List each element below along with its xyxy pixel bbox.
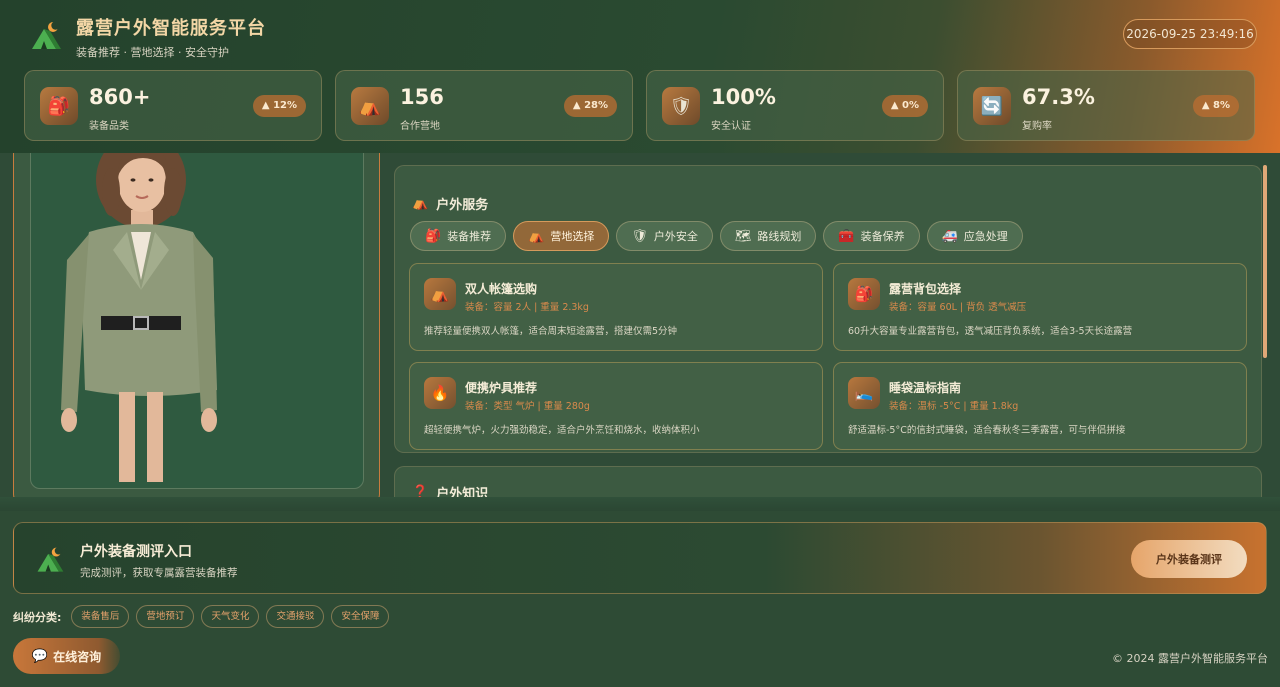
card-title: 露营背包选择: [889, 282, 962, 296]
backpack-icon: 🎒: [848, 278, 880, 310]
shield-icon: 🛡: [662, 87, 700, 125]
stat-value: 860+: [89, 85, 151, 109]
service-card-tent[interactable]: ⛺ 双人帐篷选购 装备：容量 2人 | 重量 2.3kg 推荐轻量便携双人帐篷，…: [409, 263, 823, 351]
stat-trend-badge: ▲ 28%: [563, 95, 617, 117]
copyright-text: © 2024 露营户外智能服务平台: [1112, 652, 1268, 665]
stat-card-safety[interactable]: 🛡 100% 安全认证 ▲ 0%: [646, 70, 944, 141]
consult-label: 在线咨询: [53, 649, 102, 664]
stat-trend-badge: ▲ 12%: [252, 95, 306, 117]
service-card-sleeping-bag[interactable]: 🛌 睡袋温标指南 装备：温标 -5°C | 重量 1.8kg 舒适温标-5°C的…: [833, 362, 1247, 450]
sleeping-bag-icon: 🛌: [848, 377, 880, 409]
knowledge-heading: ❓ 户外知识: [412, 483, 488, 497]
stat-label: 合作营地: [400, 121, 440, 132]
header: 露营户外智能服务平台 装备推荐 · 营地选择 · 安全守护 2026-09-25…: [0, 0, 1280, 153]
shield-icon: 🛡: [631, 228, 648, 244]
evaluation-button[interactable]: 户外装备测评: [1131, 540, 1247, 578]
tab-label: 装备推荐: [447, 230, 492, 243]
tab-label: 路线规划: [757, 230, 802, 243]
avatar-panel: [13, 130, 380, 506]
tent-logo-icon: [34, 545, 66, 577]
tent-icon: ⛺: [528, 228, 545, 244]
backpack-icon: 🎒: [40, 87, 78, 125]
stat-value: 100%: [711, 85, 776, 109]
tab-label: 营地选择: [550, 230, 595, 243]
tab-equipment-recommend[interactable]: 🎒 装备推荐: [410, 221, 507, 251]
digital-human-avatar[interactable]: [31, 140, 364, 489]
evaluation-title: 户外装备测评入口: [80, 544, 192, 560]
online-consult-button[interactable]: 💬 在线咨询: [13, 638, 120, 674]
stat-value: 156: [400, 85, 444, 109]
services-heading: ⛺ 户外服务: [412, 194, 488, 213]
ambulance-icon: 🚑: [941, 228, 958, 244]
stat-label: 装备品类: [89, 121, 129, 132]
stat-card-equipment[interactable]: 🎒 860+ 装备品类 ▲ 12%: [24, 70, 322, 141]
card-meta: 装备：温标 -5°C | 重量 1.8kg: [889, 401, 1019, 412]
tab-label: 装备保养: [860, 230, 905, 243]
avatar-frame: [30, 139, 364, 489]
tent-icon: ⛺: [351, 87, 389, 125]
knowledge-panel: ❓ 户外知识: [394, 466, 1262, 497]
services-title: 户外服务: [436, 198, 489, 213]
toolbox-icon: 🧰: [838, 228, 855, 244]
services-panel: ⛺ 户外服务 🎒 装备推荐 ⛺ 营地选择 🛡 户外安全 🗺 路线规划 🧰 装备保…: [394, 165, 1262, 453]
tab-emergency[interactable]: 🚑 应急处理: [926, 221, 1023, 251]
divider-band: [0, 497, 1280, 511]
tab-equipment-maintenance[interactable]: 🧰 装备保养: [823, 221, 920, 251]
service-cards: ⛺ 双人帐篷选购 装备：容量 2人 | 重量 2.3kg 推荐轻量便携双人帐篷，…: [409, 263, 1247, 450]
datetime-display: 2026-09-25 23:49:16: [1123, 19, 1257, 49]
card-description: 60升大容量专业露营背包，透气减压背负系统，适合3-5天长途露营: [848, 326, 1133, 337]
tent-icon: ⛺: [424, 278, 456, 310]
category-tag-weather[interactable]: 天气变化: [201, 605, 260, 628]
knowledge-title: 户外知识: [436, 487, 489, 497]
scrollbar-thumb[interactable]: [1263, 165, 1267, 358]
categories-label: 纠纷分类:: [13, 610, 62, 624]
card-description: 超轻便携气炉，火力强劲稳定，适合户外烹饪和烧水，收纳体积小: [424, 425, 700, 436]
card-description: 舒适温标-5°C的信封式睡袋，适合春秋冬三季露营，可与伴侣拼接: [848, 425, 1126, 436]
tab-route-planning[interactable]: 🗺 路线规划: [719, 221, 817, 251]
card-description: 推荐轻量便携双人帐篷，适合周末短途露营，搭建仅需5分钟: [424, 326, 678, 337]
evaluation-subtitle: 完成测评，获取专属露营装备推荐: [80, 567, 238, 579]
card-meta: 装备：容量 2人 | 重量 2.3kg: [465, 302, 589, 313]
page-title: 露营户外智能服务平台: [76, 18, 266, 39]
card-meta: 装备：类型 气炉 | 重量 280g: [465, 401, 590, 412]
fire-icon: 🔥: [424, 377, 456, 409]
card-title: 双人帐篷选购: [465, 282, 538, 296]
service-card-backpack[interactable]: 🎒 露营背包选择 装备：容量 60L | 背负 透气减压 60升大容量专业露营背…: [833, 263, 1247, 351]
brand: 露营户外智能服务平台 装备推荐 · 营地选择 · 安全守护: [28, 14, 266, 60]
tent-icon: ⛺: [412, 196, 429, 211]
evaluation-banner: 户外装备测评入口 完成测评，获取专属露营装备推荐 户外装备测评: [13, 522, 1267, 594]
chat-bubble-icon: 💬: [31, 648, 49, 664]
backpack-icon: 🎒: [425, 228, 442, 244]
stat-value: 67.3%: [1022, 85, 1095, 109]
stat-trend-badge: ▲ 0%: [881, 95, 928, 117]
tab-outdoor-safety[interactable]: 🛡 户外安全: [616, 221, 713, 251]
tab-camp-selection[interactable]: ⛺ 营地选择: [513, 221, 610, 251]
stat-trend-badge: ▲ 8%: [1192, 95, 1239, 117]
category-tag-safety[interactable]: 安全保障: [331, 605, 390, 628]
stats-row: 🎒 860+ 装备品类 ▲ 12% ⛺ 156 合作营地 ▲ 28% 🛡 100…: [24, 70, 1255, 141]
dispute-categories: 纠纷分类: 装备售后 营地预订 天气变化 交通接驳 安全保障: [13, 605, 390, 628]
category-tag-camp-booking[interactable]: 营地预订: [136, 605, 195, 628]
services-scroll-area[interactable]: ⛺ 户外服务 🎒 装备推荐 ⛺ 营地选择 🛡 户外安全 🗺 路线规划 🧰 装备保…: [394, 153, 1262, 497]
page-subtitle: 装备推荐 · 营地选择 · 安全守护: [76, 46, 229, 59]
refresh-icon: 🔄: [973, 87, 1011, 125]
service-card-stove[interactable]: 🔥 便携炉具推荐 装备：类型 气炉 | 重量 280g 超轻便携气炉，火力强劲稳…: [409, 362, 823, 450]
services-tabs: 🎒 装备推荐 ⛺ 营地选择 🛡 户外安全 🗺 路线规划 🧰 装备保养 🚑 应急处…: [410, 221, 1023, 251]
tab-label: 户外安全: [653, 230, 698, 243]
category-tag-transport[interactable]: 交通接驳: [266, 605, 325, 628]
card-meta: 装备：容量 60L | 背负 透气减压: [889, 302, 1027, 313]
stat-label: 复购率: [1022, 121, 1052, 132]
tent-logo-icon: [28, 19, 64, 55]
stat-label: 安全认证: [711, 121, 751, 132]
card-title: 睡袋温标指南: [889, 381, 962, 395]
question-icon: ❓: [412, 485, 429, 497]
tab-label: 应急处理: [963, 230, 1008, 243]
stat-card-camps[interactable]: ⛺ 156 合作营地 ▲ 28%: [335, 70, 633, 141]
stat-card-repurchase[interactable]: 🔄 67.3% 复购率 ▲ 8%: [957, 70, 1255, 141]
map-icon: 🗺: [734, 228, 752, 244]
card-title: 便携炉具推荐: [465, 381, 538, 395]
category-tag-after-sales[interactable]: 装备售后: [71, 605, 130, 628]
